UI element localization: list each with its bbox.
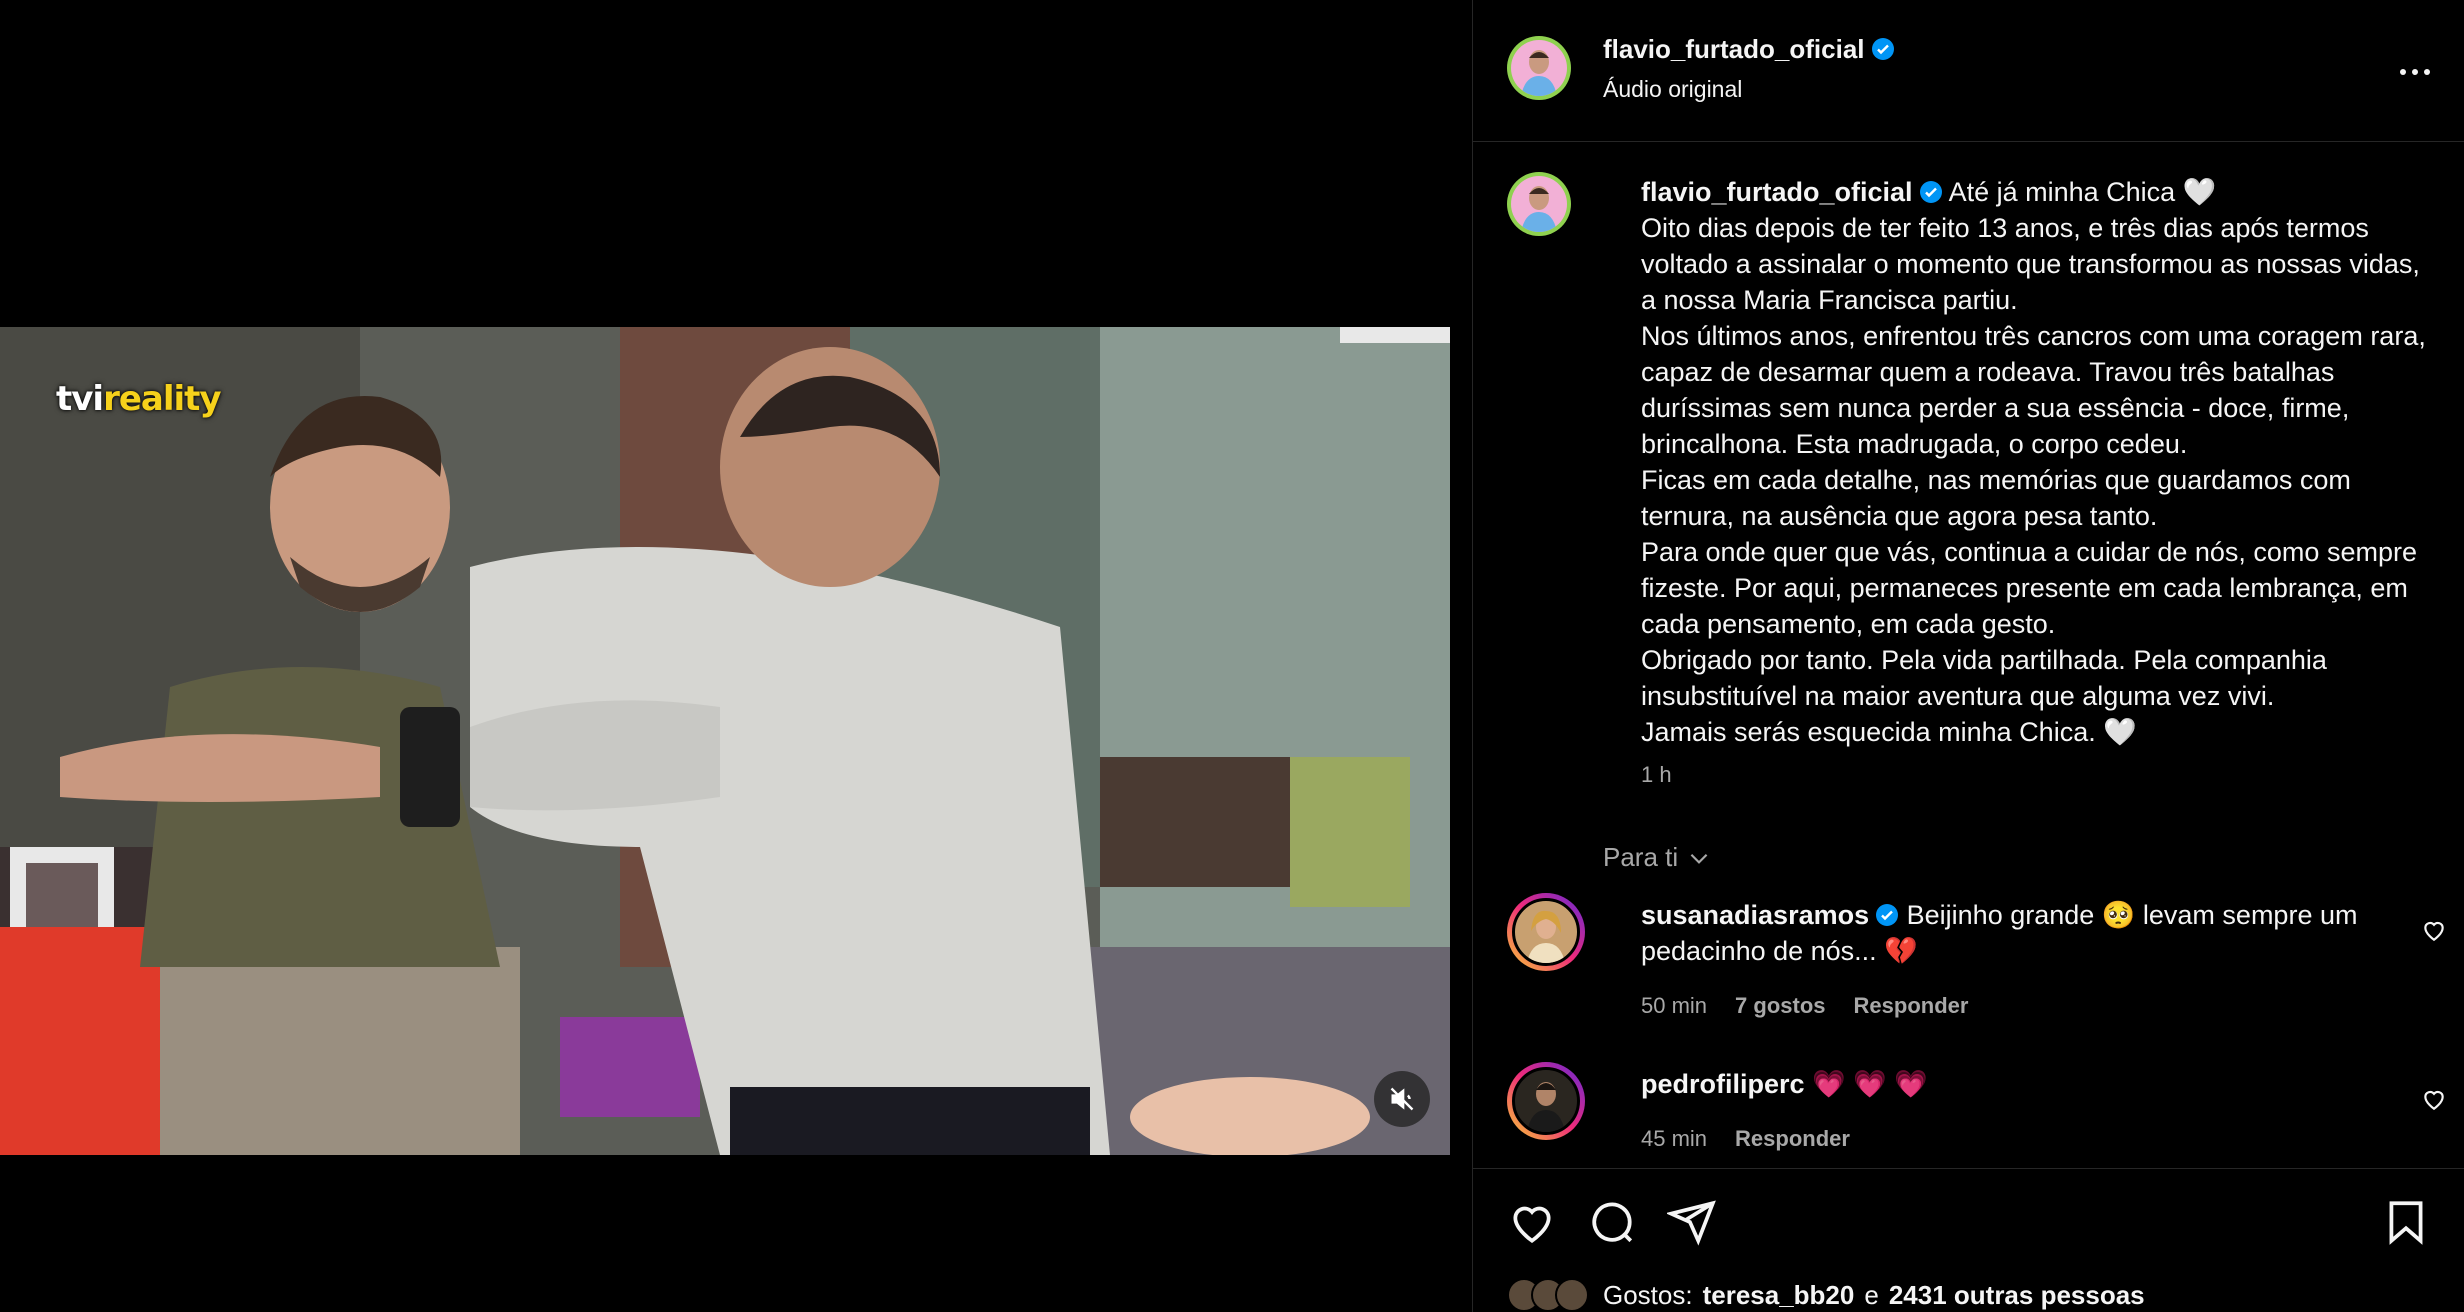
post-panel: flavio_furtado_oficial Áudio original fl… bbox=[1472, 0, 2464, 1312]
likes-summary[interactable]: Gostos: teresa_bb20 e 2431 outras pessoa… bbox=[1507, 1278, 2145, 1312]
caption-line: cada pensamento, em cada gesto. bbox=[1641, 609, 2056, 639]
caption-line: Nos últimos anos, enfrentou três cancros… bbox=[1641, 321, 2426, 351]
caption-line: ternura, na ausência que agora pesa tant… bbox=[1641, 501, 2158, 531]
comment-text: susanadiasramos Beijinho grande 🥺 levam … bbox=[1641, 897, 2361, 969]
verified-icon bbox=[1876, 904, 1899, 926]
comment-icon[interactable] bbox=[1587, 1197, 1637, 1247]
tvi-reality-logo: tvireality bbox=[56, 379, 222, 419]
author-avatar[interactable] bbox=[1507, 36, 1571, 100]
media-area: tvireality bbox=[0, 0, 1472, 1312]
comment-meta: 45 min Responder bbox=[1641, 1126, 1850, 1152]
caption-line: insubstituível na maior aventura que alg… bbox=[1641, 681, 2275, 711]
post-actions bbox=[1473, 1168, 2464, 1249]
post-timestamp[interactable]: 1 h bbox=[1641, 762, 1672, 788]
caption-line: Até já minha Chica 🤍 bbox=[1948, 177, 2217, 207]
author-username-text[interactable]: flavio_furtado_oficial bbox=[1603, 34, 1865, 64]
comment-body: Beijinho grande 🥺 levam sempre um bbox=[1906, 900, 2358, 930]
post-header: flavio_furtado_oficial Áudio original bbox=[1473, 0, 2464, 142]
reply-button[interactable]: Responder bbox=[1735, 1126, 1850, 1152]
comment-like-icon[interactable] bbox=[2421, 917, 2447, 943]
caption-line: Ficas em cada detalhe, nas memórias que … bbox=[1641, 465, 2351, 495]
likes-others[interactable]: 2431 outras pessoas bbox=[1889, 1280, 2145, 1311]
caption-text: flavio_furtado_oficial Até já minha Chic… bbox=[1641, 174, 2431, 750]
likes-user[interactable]: teresa_bb20 bbox=[1703, 1280, 1855, 1311]
bookmark-icon[interactable] bbox=[2381, 1197, 2431, 1247]
author-username[interactable]: flavio_furtado_oficial bbox=[1603, 34, 1895, 65]
caption-line: Oito dias depois de ter feito 13 anos, e… bbox=[1641, 213, 2369, 243]
share-icon[interactable] bbox=[1667, 1197, 1717, 1247]
caption-line: Obrigado por tanto. Pela vida partilhada… bbox=[1641, 645, 2327, 675]
reply-button[interactable]: Responder bbox=[1854, 993, 1969, 1019]
caption-line: duríssimas sem nunca perder a sua essênc… bbox=[1641, 393, 2350, 423]
comment-meta: 50 min 7 gostos Responder bbox=[1641, 993, 1968, 1019]
caption-line: Para onde quer que vás, continua a cuida… bbox=[1641, 537, 2417, 567]
comment-body: pedacinho de nós... 💔 bbox=[1641, 936, 1918, 966]
logo-part-reality: reality bbox=[103, 379, 221, 419]
likes-prefix: Gostos: bbox=[1603, 1279, 1693, 1310]
comment-time[interactable]: 45 min bbox=[1641, 1126, 1707, 1152]
verified-icon bbox=[1919, 181, 1942, 203]
commenter-avatar[interactable] bbox=[1507, 1062, 1585, 1140]
comment-time[interactable]: 50 min bbox=[1641, 993, 1707, 1019]
liker-avatars bbox=[1507, 1278, 1589, 1312]
commenter-username[interactable]: pedrofiliperc bbox=[1641, 1069, 1805, 1099]
comment-like-icon[interactable] bbox=[2421, 1086, 2447, 1112]
comment-body: 💗 💗 💗 bbox=[1812, 1069, 1928, 1099]
mute-button[interactable] bbox=[1374, 1071, 1430, 1127]
audio-label[interactable]: Áudio original bbox=[1603, 76, 1742, 103]
caption-line: brincalhona. Esta madrugada, o corpo ced… bbox=[1641, 429, 2188, 459]
chevron-down-icon bbox=[1690, 853, 1708, 864]
mute-icon bbox=[1390, 1087, 1414, 1111]
caption-line: fizeste. Por aqui, permaneces presente e… bbox=[1641, 573, 2408, 603]
caption-author-avatar[interactable] bbox=[1507, 172, 1571, 236]
caption-line: Jamais serás esquecida minha Chica. 🤍 bbox=[1641, 717, 2137, 747]
comment-text: pedrofiliperc 💗 💗 💗 bbox=[1641, 1066, 2361, 1102]
comment-sort-dropdown[interactable]: Para ti bbox=[1603, 842, 1712, 873]
commenter-username[interactable]: susanadiasramos bbox=[1641, 900, 1869, 930]
caption-line: a nossa Maria Francisca partiu. bbox=[1641, 285, 2018, 315]
comment-sort-label: Para ti bbox=[1603, 842, 1679, 872]
comment-likes[interactable]: 7 gostos bbox=[1735, 993, 1825, 1019]
caption-line: voltado a assinalar o momento que transf… bbox=[1641, 249, 2420, 279]
video-player[interactable]: tvireality bbox=[0, 327, 1450, 1155]
more-icon[interactable] bbox=[2395, 52, 2435, 92]
likes-joiner: e bbox=[1864, 1279, 1879, 1310]
logo-part-tvi: tvi bbox=[56, 379, 104, 419]
commenter-avatar[interactable] bbox=[1507, 893, 1585, 971]
caption-username[interactable]: flavio_furtado_oficial bbox=[1641, 177, 1913, 207]
video-frame bbox=[0, 327, 1450, 1155]
heart-icon[interactable] bbox=[1507, 1197, 1557, 1247]
verified-icon bbox=[1871, 38, 1894, 60]
caption-line: capaz de desarmar quem a rodeava. Travou… bbox=[1641, 357, 2335, 387]
